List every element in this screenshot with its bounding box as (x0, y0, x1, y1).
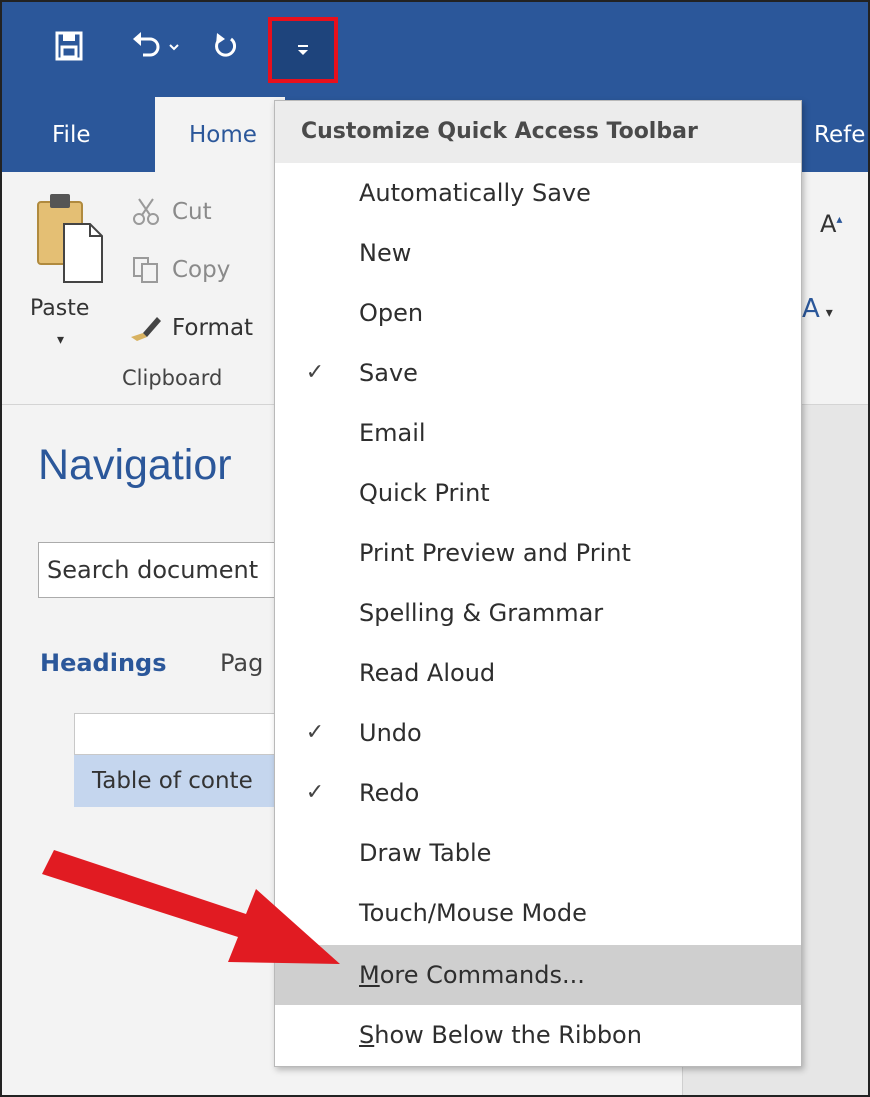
menu-item-quick-print[interactable]: Quick Print (275, 463, 801, 523)
check-icon: ✓ (305, 780, 325, 805)
more-commands-label: ore Commands... (379, 961, 585, 989)
tab-home[interactable]: Home (155, 97, 285, 173)
customize-dropdown-icon (298, 45, 308, 55)
cut-button[interactable]: Cut (124, 192, 212, 232)
cut-label: Cut (172, 199, 212, 225)
menu-item-email[interactable]: Email (275, 403, 801, 463)
tab-references[interactable]: Refe (814, 97, 865, 172)
more-commands-access-key: M (359, 961, 380, 989)
paste-label: Paste (30, 296, 90, 321)
menu-item-undo[interactable]: ✓ Undo (275, 703, 801, 763)
menu-item-show-below-ribbon[interactable]: Show Below the Ribbon (275, 1005, 801, 1065)
undo-button[interactable] (128, 24, 184, 68)
menu-item-touch-mouse-mode[interactable]: Touch/Mouse Mode (275, 883, 801, 943)
format-painter-button[interactable]: Format (124, 308, 253, 348)
word-window: File Home Refe Paste ▾ Cut Copy Format C… (0, 0, 870, 1097)
redo-icon (215, 33, 236, 57)
customize-qat-button[interactable] (268, 17, 338, 83)
tab-pages[interactable]: Pag (220, 649, 263, 677)
menu-item-more-commands[interactable]: More Commands... (275, 945, 801, 1005)
text-effects-icon[interactable]: A ▾ (802, 294, 833, 324)
show-below-label: how Below the Ribbon (374, 1021, 642, 1049)
menu-item-read-aloud[interactable]: Read Aloud (275, 643, 801, 703)
save-icon (55, 31, 83, 61)
chevron-down-icon[interactable]: ▾ (57, 332, 64, 348)
menu-item-new[interactable]: New (275, 223, 801, 283)
paste-button[interactable]: Paste ▾ (30, 188, 110, 358)
check-icon: ✓ (305, 360, 325, 385)
menu-item-draw-table[interactable]: Draw Table (275, 823, 801, 883)
save-button[interactable] (52, 24, 86, 68)
menu-item-redo[interactable]: ✓ Redo (275, 763, 801, 823)
menu-item-open[interactable]: Open (275, 283, 801, 343)
menu-item-save[interactable]: ✓ Save (275, 343, 801, 403)
undo-icon (133, 32, 160, 57)
title-bar (2, 2, 868, 97)
customize-qat-menu: Customize Quick Access Toolbar Automatic… (274, 100, 802, 1067)
copy-label: Copy (172, 257, 231, 283)
tab-file[interactable]: File (52, 97, 91, 172)
menu-item-print-preview[interactable]: Print Preview and Print (275, 523, 801, 583)
paintbrush-icon (124, 313, 168, 343)
scissors-icon (124, 197, 168, 227)
paste-icon (37, 194, 103, 283)
format-label: Format (172, 315, 254, 341)
show-below-access-key: S (359, 1021, 375, 1049)
group-label-clipboard: Clipboard (122, 366, 223, 390)
tab-headings[interactable]: Headings (40, 649, 167, 677)
menu-item-spelling-grammar[interactable]: Spelling & Grammar (275, 583, 801, 643)
navigation-title: Navigatior (38, 441, 232, 489)
menu-item-automatically-save[interactable]: Automatically Save (275, 163, 801, 223)
grow-font-icon[interactable]: A▴ (820, 210, 842, 238)
check-icon: ✓ (305, 720, 325, 745)
redo-button[interactable] (208, 24, 242, 68)
menu-header: Customize Quick Access Toolbar (275, 101, 801, 163)
chevron-down-icon[interactable] (167, 39, 181, 53)
copy-icon (124, 255, 168, 285)
copy-button[interactable]: Copy (124, 250, 230, 290)
